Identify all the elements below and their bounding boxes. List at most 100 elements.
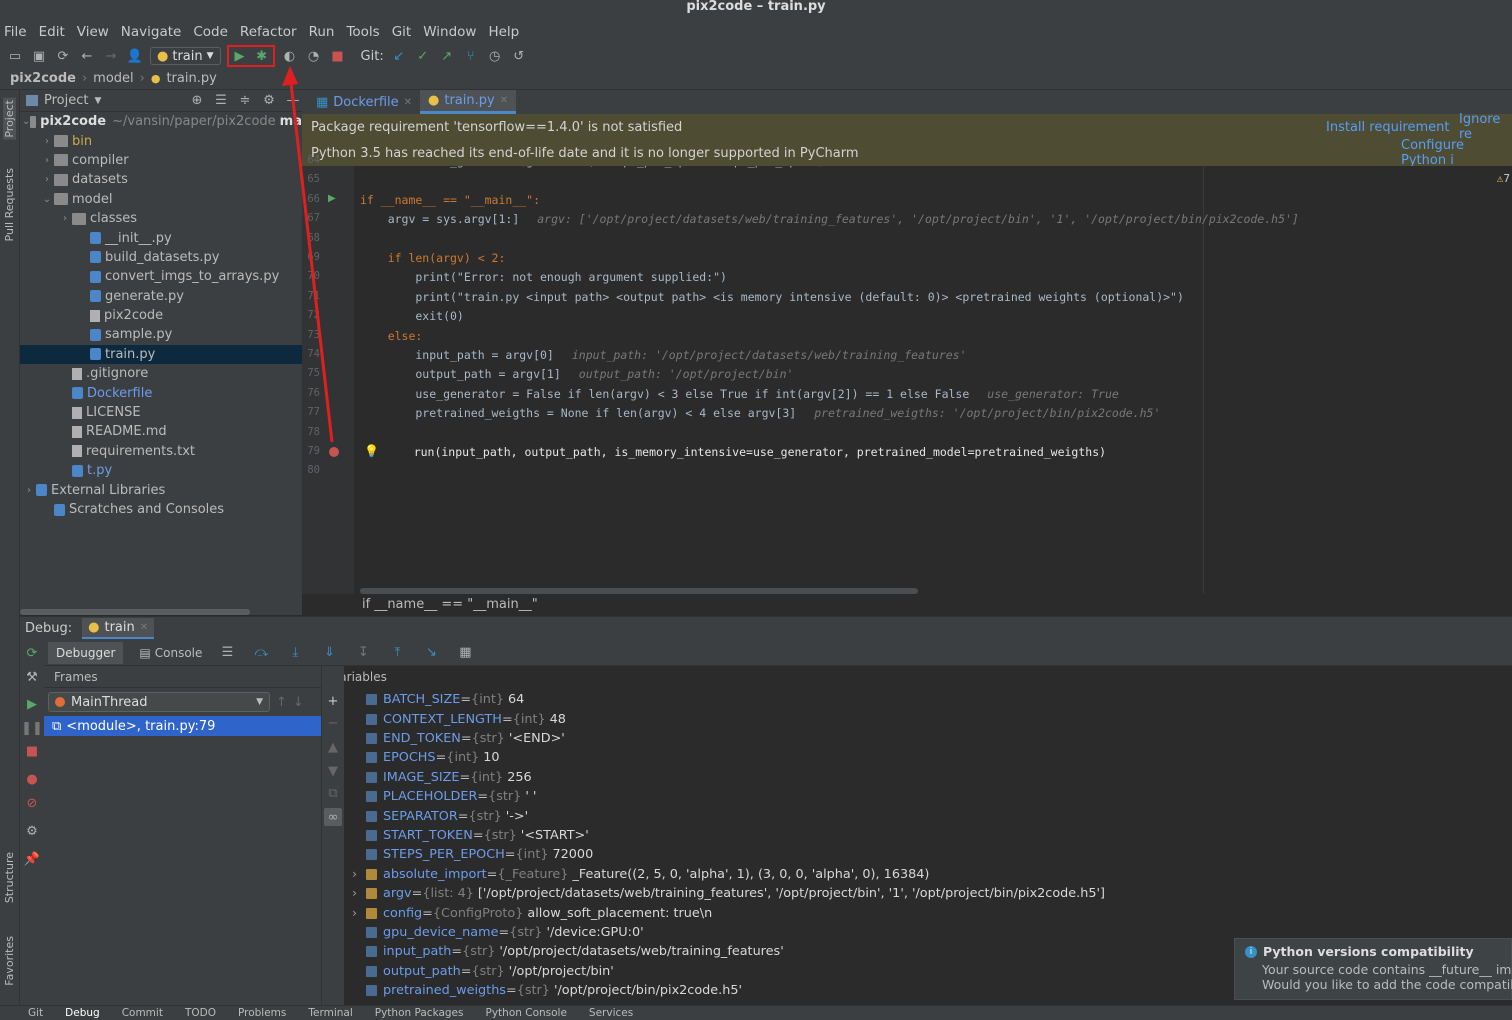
locate-icon[interactable]: ⊕ [188,92,206,110]
tool-window-python-console[interactable]: Python Console [486,1007,567,1019]
close-icon[interactable]: ✕ [404,97,412,108]
variable-row[interactable]: › argv = {list: 4} ['/opt/project/datasets… [352,884,1105,903]
tree-item[interactable]: › classes [20,209,302,228]
tree-item[interactable]: convert_imgs_to_arrays.py [20,267,302,286]
git-push-icon[interactable]: ↗ [438,47,456,65]
variable-row[interactable]: pretrained_weigths = {str} '/opt/project/… [354,981,742,1000]
open-folder-icon[interactable]: ▭ [6,47,24,65]
install-requirement-link[interactable]: Install requirement [1326,120,1449,135]
configure-python-link[interactable]: Configure Python i [1401,138,1512,168]
variable-row[interactable]: PLACEHOLDER = {str} ' ' [354,787,536,806]
wrench-icon[interactable]: ⚒ [23,668,41,686]
menu-navigate[interactable]: Navigate [121,24,182,40]
forward-icon[interactable]: → [102,47,120,65]
breadcrumb-project[interactable]: pix2code [10,71,76,86]
git-branch-icon[interactable]: ⑂ [462,47,480,65]
tree-item[interactable]: Dockerfile [20,383,302,402]
step-into-icon[interactable]: ⤓ [286,644,304,662]
move-up-icon[interactable]: ▲ [324,738,342,756]
tree-item[interactable]: train.py [20,344,302,365]
close-icon[interactable]: ✕ [140,622,148,633]
tree-item[interactable]: requirements.txt [20,442,302,461]
tool-window-todo[interactable]: TODO [185,1007,216,1019]
variable-row[interactable]: SEPARATOR = {str} '->' [354,806,528,825]
menu-code[interactable]: Code [193,24,228,40]
tree-root[interactable]: ⌄ pix2code ~/vansin/paper/pix2code ma [20,112,302,131]
step-over-icon[interactable]: ⤼ [252,644,270,662]
menu-run[interactable]: Run [309,24,335,40]
run-config-select[interactable]: ● train ▼ [150,47,221,65]
tree-item[interactable]: Scratches and Consoles [20,500,302,519]
tool-window-services[interactable]: Services [589,1007,633,1019]
down-arrow-icon[interactable]: ↓ [293,695,304,710]
history-icon[interactable]: ◷ [486,47,504,65]
add-watch-icon[interactable]: + [324,692,342,710]
variable-row[interactable]: output_path = {str} '/opt/project/bin' [354,962,614,981]
chevron-right-icon[interactable]: › [40,136,54,147]
pause-icon[interactable]: ❚❚ [21,719,43,737]
code-editor[interactable]: ⚠7 model.fit_generator(generator, steps_… [354,166,1512,594]
tree-item[interactable]: › External Libraries [20,480,302,499]
tool-window-git[interactable]: Git [28,1007,43,1019]
variable-row[interactable]: EPOCHS = {int} 10 [354,748,500,767]
menu-file[interactable]: File [4,24,27,40]
structure-tool-tab[interactable]: Structure [3,852,16,903]
thread-select[interactable]: MainThread ▼ [48,692,270,712]
tree-item[interactable]: LICENSE [20,403,302,422]
debug-icon[interactable]: ✱ [253,47,271,65]
sync-icon[interactable]: ⟳ [54,47,72,65]
variable-row[interactable]: gpu_device_name = {str} '/device:GPU:0' [354,923,644,942]
git-commit-icon[interactable]: ✓ [414,47,432,65]
favorites-tool-tab[interactable]: Favorites [3,936,16,986]
editor-code-breadcrumb[interactable]: if __name__ == "__main__" [354,594,1512,616]
breadcrumb-folder[interactable]: model [93,71,133,86]
step-into-my-code-icon[interactable]: ⇓ [320,644,338,662]
copy-icon[interactable]: ⧉ [324,784,342,802]
run-icon[interactable]: ▶ [231,47,249,65]
menu-view[interactable]: View [77,24,109,40]
tab-train-py[interactable]: ● train.py ✕ [420,90,517,114]
run-to-cursor-icon[interactable]: ↘ [422,644,440,662]
expand-all-icon[interactable]: ☰ [212,92,230,110]
user-icon[interactable]: 👤 [126,47,144,65]
compatibility-notification[interactable]: i Python versions compatibility Your sou… [1234,938,1512,1000]
console-tab[interactable]: ▤ Console [139,646,202,660]
variable-row[interactable]: START_TOKEN = {str} '<START>' [354,826,589,845]
back-icon[interactable]: ← [78,47,96,65]
show-watches-icon[interactable]: ∞ [324,808,342,826]
list-icon[interactable]: ☰ [218,644,236,662]
settings-icon[interactable]: ⚙ [23,822,41,840]
menu-window[interactable]: Window [423,24,476,40]
variable-row[interactable]: STEPS_PER_EPOCH = {int} 72000 [354,845,593,864]
project-tool-tab[interactable]: Project [3,98,16,140]
move-down-icon[interactable]: ▼ [324,762,342,780]
tool-window-debug[interactable]: Debug [65,1007,100,1019]
variable-row[interactable]: input_path = {str} '/opt/project/datasets… [354,942,784,961]
lightbulb-icon[interactable]: 💡 [364,444,379,458]
tree-item[interactable]: ⌄ model [20,190,302,209]
chevron-right-icon[interactable]: › [40,174,54,185]
chevron-right-icon[interactable]: › [40,155,54,166]
menu-tools[interactable]: Tools [346,24,379,40]
chevron-right-icon[interactable]: › [22,485,36,496]
stop-icon[interactable]: ■ [23,742,41,760]
tree-item[interactable]: build_datasets.py [20,248,302,267]
debugger-tab[interactable]: Debugger [48,641,124,664]
menu-refactor[interactable]: Refactor [240,24,297,40]
tree-item[interactable]: .gitignore [20,364,302,383]
collapse-all-icon[interactable]: ≑ [236,92,254,110]
resume-icon[interactable]: ▶ [23,695,41,713]
save-icon[interactable]: ▣ [30,47,48,65]
variable-row[interactable]: › config = {ConfigProto} allow_soft_placem… [352,903,712,922]
project-scrollbar[interactable] [20,609,250,615]
tree-item[interactable]: README.md [20,422,302,441]
pull-requests-tool-tab[interactable]: Pull Requests [3,168,16,241]
variable-row[interactable]: END_TOKEN = {str} '<END>' [354,729,565,748]
warning-indicator[interactable]: ⚠7 [1497,172,1510,185]
tool-window-python-packages[interactable]: Python Packages [375,1007,464,1019]
project-panel-title[interactable]: Project [44,93,88,108]
menu-help[interactable]: Help [488,24,519,40]
pin-icon[interactable]: 📌 [23,850,41,868]
mute-breakpoints-icon[interactable]: ⊘ [23,794,41,812]
tree-item[interactable]: generate.py [20,287,302,306]
